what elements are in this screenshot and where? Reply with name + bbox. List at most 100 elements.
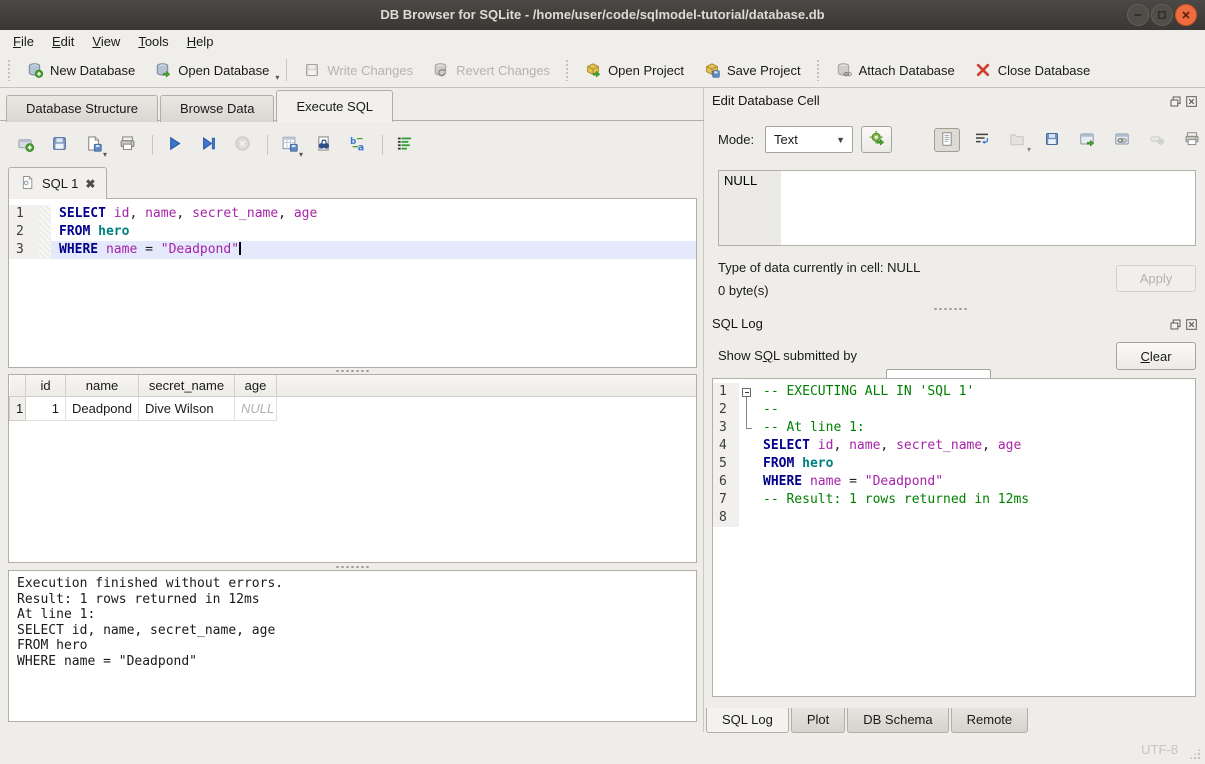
text-cursor (239, 242, 241, 255)
open-database-icon (155, 62, 171, 78)
menu-tools[interactable]: Tools (129, 31, 177, 52)
fold-margin (739, 437, 755, 455)
dock-tab-plot[interactable]: Plot (791, 708, 845, 733)
fold-margin[interactable] (739, 383, 755, 401)
execute-all-button[interactable] (159, 132, 189, 158)
dock-tab-sql-log[interactable]: SQL Log (706, 708, 789, 733)
menu-edit[interactable]: Edit (43, 31, 83, 52)
message-line: SELECT id, name, secret_name, age (17, 623, 688, 639)
text-mode-icon (939, 131, 955, 150)
line-number: 3 (713, 419, 739, 437)
splitter-dock[interactable] (705, 306, 1197, 311)
toolbar-separator (267, 135, 268, 155)
minimize-icon[interactable] (1127, 4, 1149, 26)
toolbar-separator (286, 59, 287, 81)
execute-line-button[interactable] (193, 132, 223, 158)
svg-text:b: b (350, 137, 356, 147)
line-number: 7 (713, 491, 739, 509)
chevron-down-icon: ▼ (836, 135, 845, 145)
save-project-button[interactable]: Save Project (694, 57, 811, 83)
cell-editor[interactable]: NULL (718, 170, 1196, 246)
splitter-editor-results[interactable] (8, 368, 697, 373)
new-sql-tab-button[interactable] (10, 132, 40, 158)
text-mode-button[interactable] (934, 128, 960, 152)
float-panel-icon[interactable] (1170, 318, 1181, 333)
float-panel-icon[interactable] (1170, 95, 1181, 110)
word-wrap-icon (974, 131, 990, 150)
tab-browse-data[interactable]: Browse Data (160, 95, 274, 122)
edit-cell-toolbar: ▾ (934, 127, 1205, 153)
line-number: 6 (713, 473, 739, 491)
toolbar-grip[interactable] (816, 59, 821, 81)
close-database-button[interactable]: Close Database (965, 57, 1101, 83)
close-tab-icon[interactable]: ✖ (85, 177, 95, 191)
link-button[interactable] (1109, 128, 1135, 152)
sql-file-icon (20, 175, 35, 193)
close-panel-icon[interactable] (1186, 95, 1197, 110)
cell-name[interactable]: Deadpond (66, 396, 139, 420)
format-sql-button[interactable] (389, 132, 419, 158)
resize-grip[interactable] (1189, 748, 1201, 760)
save-sql-file-icon (85, 135, 102, 155)
sql-editor[interactable]: 1SELECT id, name, secret_name, age2FROM … (8, 198, 697, 368)
save-file-button[interactable] (1039, 128, 1065, 152)
clear-log-button[interactable]: Clear (1116, 342, 1196, 370)
row-number-header (10, 375, 26, 396)
import-window-button[interactable] (1074, 128, 1100, 152)
sql-log-view[interactable]: 1-- EXECUTING ALL IN 'SQL 1'2--3-- At li… (712, 378, 1196, 697)
dock-tab-db-schema[interactable]: DB Schema (847, 708, 948, 733)
open-file-button: ▾ (1004, 128, 1030, 152)
column-header-name[interactable]: name (66, 375, 139, 396)
message-line: Result: 1 rows returned in 12ms (17, 592, 688, 608)
window-controls (1127, 4, 1197, 26)
close-panel-icon[interactable] (1186, 318, 1197, 333)
execution-message-box[interactable]: Execution finished without errors.Result… (8, 570, 697, 722)
new-database-button[interactable]: New Database (17, 57, 145, 83)
splitter-results-messages[interactable] (8, 564, 697, 569)
maximize-icon[interactable] (1151, 4, 1173, 26)
close-icon[interactable] (1175, 4, 1197, 26)
cell-id[interactable]: 1 (26, 396, 66, 420)
save-sql-file-button[interactable]: ▾ (78, 132, 108, 158)
fold-margin (739, 401, 755, 419)
column-header-secret-name[interactable]: secret_name (139, 375, 235, 396)
cell-age[interactable]: NULL (235, 396, 277, 420)
open-database-button[interactable]: Open Database▾ (145, 57, 279, 83)
column-header-id[interactable]: id (26, 375, 66, 396)
find-button[interactable] (308, 132, 338, 158)
export-results-icon (281, 135, 298, 155)
find-replace-button[interactable]: ba (342, 132, 372, 158)
print-button[interactable] (112, 132, 142, 158)
attach-database-button[interactable]: Attach Database (826, 57, 965, 83)
word-wrap-button[interactable] (969, 128, 995, 152)
column-header-age[interactable]: age (235, 375, 277, 396)
table-row[interactable]: 11DeadpondDive WilsonNULL (10, 396, 697, 420)
export-results-button[interactable]: ▾ (274, 132, 304, 158)
tab-database-structure[interactable]: Database Structure (6, 95, 158, 122)
new-database-icon (27, 62, 43, 78)
toolbar-grip[interactable] (565, 59, 570, 81)
menu-file[interactable]: File (4, 31, 43, 52)
message-line: At line 1: (17, 607, 688, 623)
code-line: 3-- At line 1: (713, 419, 1195, 437)
auto-apply-settings-button[interactable] (861, 126, 892, 153)
mode-select[interactable]: Text ▼ (765, 126, 853, 153)
main-toolbar: New DatabaseOpen Database▾Write ChangesR… (0, 53, 1205, 88)
open-sql-file-button[interactable] (44, 132, 74, 158)
sql-editor-tab[interactable]: SQL 1 ✖ (8, 167, 107, 199)
row-filler (277, 396, 697, 420)
stop-icon (234, 135, 251, 155)
print-button[interactable] (1179, 128, 1205, 152)
menu-view[interactable]: View (83, 31, 129, 52)
fold-collapse-icon[interactable] (742, 388, 751, 397)
write-changes-label: Write Changes (327, 63, 413, 78)
open-project-button[interactable]: Open Project (575, 57, 694, 83)
tab-execute-sql[interactable]: Execute SQL (276, 90, 393, 122)
menu-help[interactable]: Help (178, 31, 223, 52)
change-marker-margin (39, 223, 51, 241)
vertical-divider[interactable] (703, 88, 704, 732)
dock-tab-remote[interactable]: Remote (951, 708, 1029, 733)
line-number: 4 (713, 437, 739, 455)
cell-secret-name[interactable]: Dive Wilson (139, 396, 235, 420)
toolbar-grip[interactable] (7, 59, 12, 81)
